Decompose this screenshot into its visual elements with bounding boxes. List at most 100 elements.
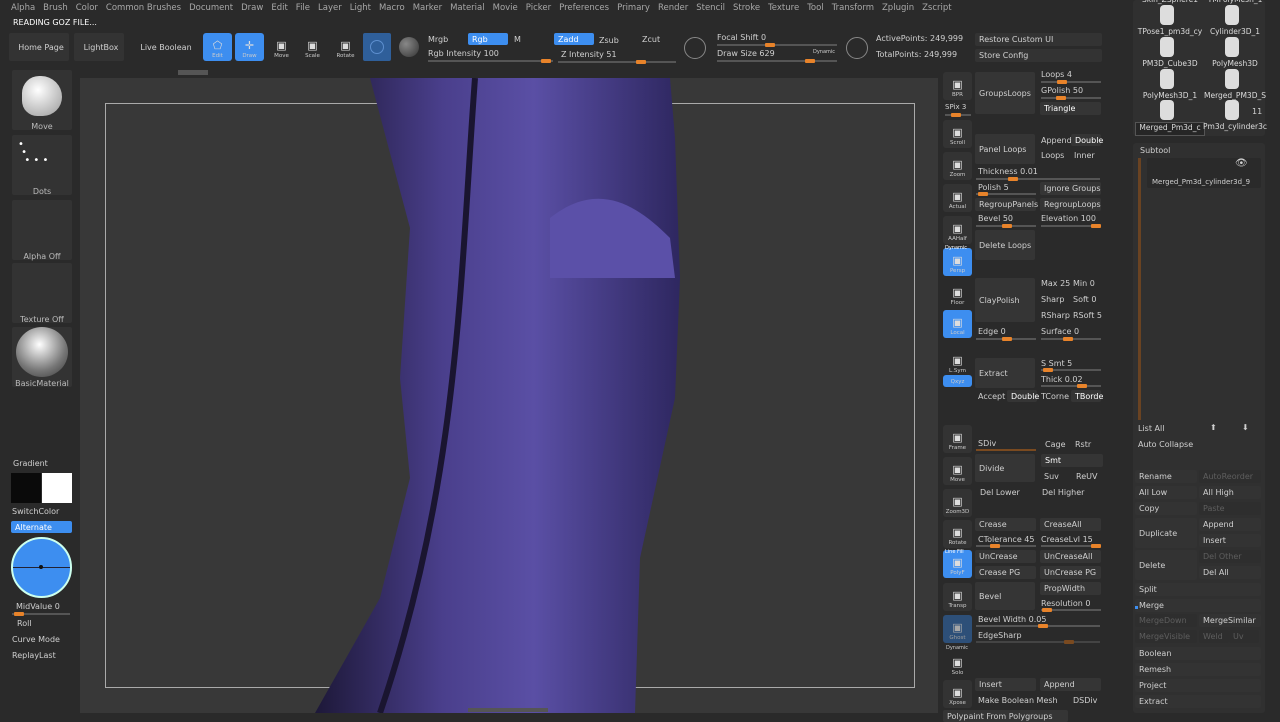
brush-thumb[interactable]: Move: [12, 70, 72, 131]
rgb-intensity-slider[interactable]: Rgb Intensity 100: [428, 49, 499, 58]
s-smt-track[interactable]: [1041, 368, 1101, 372]
menu-stroke[interactable]: Stroke: [730, 0, 765, 15]
bevel-width-slider[interactable]: Bevel Width 0.05: [978, 615, 1046, 624]
creaselvl-slider[interactable]: CreaseLvl 15: [1041, 535, 1093, 544]
switch-color-button[interactable]: SwitchColor: [12, 507, 59, 516]
cage-button[interactable]: Cage: [1045, 440, 1066, 449]
menu-movie[interactable]: Movie: [490, 0, 523, 15]
claypolish-button[interactable]: ClayPolish: [975, 278, 1035, 322]
xpose-button[interactable]: ▣ Xpose: [943, 680, 972, 708]
move-down-icon[interactable]: ⬇: [1242, 423, 1249, 432]
del-all-button[interactable]: Del All: [1199, 566, 1261, 579]
menu-picker[interactable]: Picker: [523, 0, 556, 15]
rsharp-slider[interactable]: RSharp: [1041, 311, 1070, 320]
crease-pg-button[interactable]: Crease PG: [975, 566, 1036, 579]
insert-button[interactable]: Insert: [975, 678, 1036, 691]
menu-macro[interactable]: Macro: [376, 0, 410, 15]
elevation-slider[interactable]: Elevation 100: [1041, 214, 1096, 223]
list-all-button[interactable]: List All: [1138, 424, 1164, 433]
dynamic-size-icon[interactable]: [846, 37, 868, 59]
l-sym-button[interactable]: ▣ L.Sym: [943, 348, 972, 376]
edge-slider[interactable]: Edge 0: [978, 327, 1006, 336]
rgb-intensity-track[interactable]: [428, 59, 553, 63]
surface-track[interactable]: [1041, 337, 1101, 341]
midvalue-track[interactable]: [12, 612, 70, 616]
sdiv-slider[interactable]: SDiv: [978, 439, 996, 448]
zsub-button[interactable]: Zsub: [599, 36, 619, 45]
color-picker-wheel[interactable]: [11, 537, 72, 598]
rstr-button[interactable]: Rstr: [1075, 440, 1091, 449]
polypaint-from-polygroups-button[interactable]: Polypaint From Polygroups: [943, 710, 1068, 722]
append2-button[interactable]: Append: [1040, 678, 1101, 691]
menu-marker[interactable]: Marker: [410, 0, 447, 15]
zoom-button[interactable]: ▣ Zoom: [943, 152, 972, 180]
scrollbar-handle[interactable]: [178, 70, 208, 75]
material-sphere-icon[interactable]: [399, 37, 419, 57]
gpolish-slider[interactable]: GPolish 50: [1041, 86, 1083, 95]
local-button[interactable]: ▣ Local: [943, 310, 972, 338]
merge-down-button[interactable]: MergeDown: [1135, 614, 1197, 627]
thick-slider[interactable]: Thick 0.02: [1041, 375, 1083, 384]
extract-button[interactable]: Extract: [975, 358, 1035, 388]
ignore-groups-button[interactable]: Ignore Groups: [1040, 182, 1101, 195]
z-intensity-slider[interactable]: Z Intensity 51: [561, 50, 617, 59]
reuv-button[interactable]: ReUV: [1076, 472, 1097, 481]
crease-button[interactable]: Crease: [975, 518, 1036, 531]
resolution-track[interactable]: [1041, 608, 1101, 612]
duplicate-button[interactable]: Duplicate: [1135, 518, 1197, 548]
bevel2-button[interactable]: Bevel: [975, 582, 1035, 610]
menu-draw[interactable]: Draw: [238, 0, 268, 15]
paste-button[interactable]: Paste: [1199, 502, 1261, 515]
inner-toggle[interactable]: Inner: [1074, 151, 1095, 160]
transp-button[interactable]: ▣ Transp: [943, 583, 972, 611]
frame-button[interactable]: ▣ Frame: [943, 425, 972, 453]
gradient-label[interactable]: Gradient: [13, 459, 48, 468]
sphere-brush-icon[interactable]: [363, 33, 391, 61]
scroll-button[interactable]: ▣ Scroll: [943, 120, 972, 148]
double-toggle[interactable]: Double: [1071, 134, 1103, 146]
spix-slider[interactable]: SPix 3: [945, 103, 966, 111]
merge-button[interactable]: Merge: [1135, 599, 1261, 612]
menu-document[interactable]: Document: [186, 0, 238, 15]
polish-slider[interactable]: Polish 5: [978, 183, 1009, 192]
uncrease-pg-button[interactable]: UnCrease PG: [1040, 566, 1101, 579]
zoom3d-button[interactable]: ▣ Zoom3D: [943, 489, 972, 517]
propwidth-button[interactable]: PropWidth: [1040, 582, 1101, 595]
merge-similar-button[interactable]: MergeSimilar: [1199, 614, 1261, 627]
home-page-button[interactable]: Home Page: [9, 33, 69, 61]
boolean-button[interactable]: Boolean: [1135, 647, 1261, 660]
curve-mode-button[interactable]: Curve Mode: [12, 635, 60, 644]
loops2-slider[interactable]: Loops: [1041, 151, 1064, 160]
subtool-item[interactable]: Merged_Pm3d_cylinder3d_9 👁: [1147, 158, 1261, 188]
edgesharp-track[interactable]: [976, 640, 1100, 644]
menu-primary[interactable]: Primary: [614, 0, 655, 15]
bpr-button[interactable]: ▣ BPR: [943, 72, 972, 100]
crease-all-button[interactable]: CreaseAll: [1040, 518, 1101, 531]
min-slider[interactable]: Min 0: [1073, 279, 1095, 288]
uv-button[interactable]: Uv: [1229, 630, 1259, 643]
loops-track[interactable]: [1041, 80, 1101, 84]
thick-track[interactable]: [1041, 384, 1101, 388]
all-low-button[interactable]: All Low: [1135, 486, 1197, 499]
edgesharp-slider[interactable]: EdgeSharp: [978, 631, 1022, 640]
divide-button[interactable]: Divide: [975, 454, 1035, 482]
live-boolean-button[interactable]: Live Boolean: [133, 33, 195, 61]
uncrease-button[interactable]: UnCrease: [975, 550, 1036, 563]
bevel-slider[interactable]: Bevel 50: [978, 214, 1013, 223]
regroup-panels-button[interactable]: RegroupPanels: [975, 198, 1038, 211]
menu-tool[interactable]: Tool: [804, 0, 829, 15]
elevation-track[interactable]: [1041, 224, 1101, 228]
lightbox-button[interactable]: LightBox: [74, 33, 124, 61]
autoreorder-button[interactable]: AutoReorder: [1199, 470, 1261, 483]
z-intensity-track[interactable]: [558, 60, 676, 64]
delete-button[interactable]: Delete: [1135, 550, 1197, 580]
focal-shift-track[interactable]: [717, 43, 837, 47]
bevel-width-track[interactable]: [976, 624, 1100, 628]
double2-toggle[interactable]: Double: [1007, 390, 1039, 402]
max-slider[interactable]: Max 25: [1041, 279, 1070, 288]
tool-thumb[interactable]: Pm3d_cylinder3c: [1200, 122, 1270, 136]
roll-button[interactable]: Roll: [17, 619, 32, 628]
rotate-button[interactable]: ▣ Rotate: [943, 520, 972, 548]
append-button[interactable]: Append: [1199, 518, 1261, 531]
menu-edit[interactable]: Edit: [268, 0, 292, 15]
